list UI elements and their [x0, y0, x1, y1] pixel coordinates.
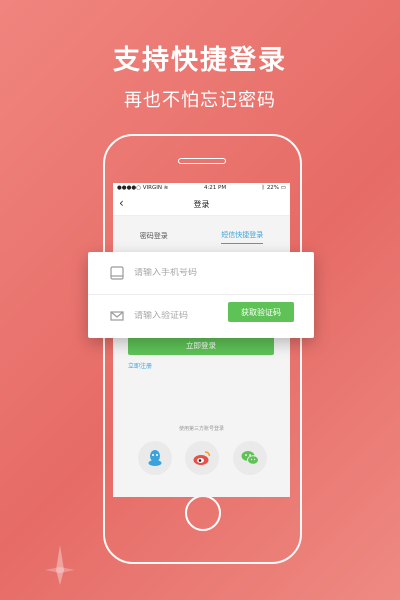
qq-icon — [148, 450, 162, 466]
bluetooth-icon: ᛒ — [261, 185, 266, 191]
phone-input[interactable] — [134, 268, 244, 278]
phone-speaker — [178, 158, 226, 164]
battery-label: ᛒ 22% ▭ — [261, 185, 286, 191]
wifi-icon: ≋ — [163, 185, 169, 191]
tab-password-login[interactable]: 密码登录 — [140, 231, 168, 244]
third-party-label: 使用第三方账号登录 — [178, 426, 224, 432]
tab-sms-login[interactable]: 短信快捷登录 — [221, 230, 264, 244]
login-tabs: 密码登录 短信快捷登录 — [113, 224, 290, 244]
mail-icon — [110, 311, 124, 321]
code-row: 获取验证码 — [88, 295, 314, 337]
weibo-login-button[interactable] — [185, 441, 219, 475]
phone-screen: ●●●●○ VIRGIN ≋ 4:21 PM ᛒ 22% ▭ ‹ 登录 密码登录… — [113, 183, 290, 497]
nav-bar: ‹ 登录 — [113, 193, 290, 216]
phone-icon — [110, 266, 124, 280]
promo-headline: 支持快捷登录 — [113, 45, 287, 76]
status-time: 4:21 PM — [203, 185, 227, 191]
phone-row — [88, 252, 314, 295]
register-link[interactable]: 立即注册 — [128, 361, 152, 370]
wechat-icon — [241, 451, 259, 465]
promo-subheadline: 再也不怕忘记密码 — [124, 90, 276, 111]
login-button[interactable]: 立即登录 — [128, 335, 274, 355]
wechat-login-button[interactable] — [233, 441, 267, 475]
page-title: 登录 — [193, 199, 210, 209]
battery-icon: ▭ — [280, 185, 286, 191]
back-icon[interactable]: ‹ — [119, 196, 124, 210]
signal-icon: ●●●●○ — [117, 185, 141, 191]
status-bar: ●●●●○ VIRGIN ≋ 4:21 PM ᛒ 22% ▭ — [113, 183, 290, 193]
sparkle-decoration — [45, 545, 75, 585]
get-code-button[interactable]: 获取验证码 — [228, 302, 294, 322]
sms-login-card: 获取验证码 — [88, 252, 314, 338]
carrier-label: ●●●●○ VIRGIN ≋ — [117, 185, 169, 191]
weibo-icon — [193, 451, 211, 465]
phone-home-button — [185, 495, 221, 531]
qq-login-button[interactable] — [138, 441, 172, 475]
